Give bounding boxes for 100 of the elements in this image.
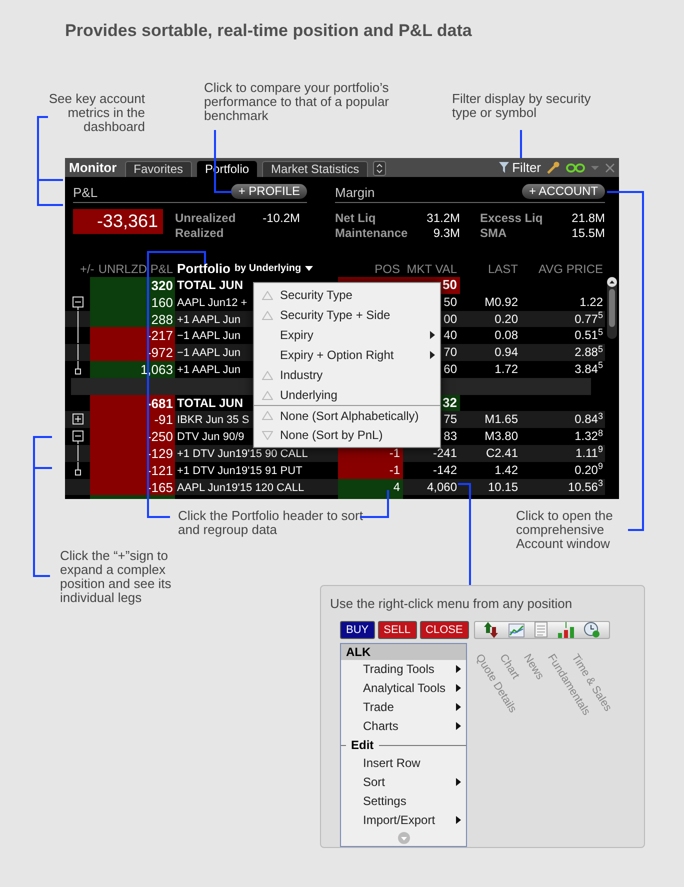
bar-chart-icon[interactable] xyxy=(556,620,575,638)
avg-price: 0.20$^{9}$ xyxy=(574,462,603,479)
last-price: 1.72 xyxy=(494,360,518,378)
mkt-val-text: -241 xyxy=(432,444,457,462)
tab[interactable]: Market Statistics xyxy=(262,161,368,177)
position-name: +1 DTV Jun19'15 91 PUT xyxy=(177,464,302,477)
mkt-val-text: -142 xyxy=(432,462,457,479)
mkt-val-text: 83 xyxy=(444,428,457,445)
callout-text: Click the “+”sign to expand a complex position and see its individual legs xyxy=(60,549,172,605)
document-icon[interactable] xyxy=(534,621,548,638)
metric-label: Excess Liq xyxy=(480,210,543,224)
pnl-cell: -217 xyxy=(90,327,175,344)
profile-button[interactable]: + PROFILE xyxy=(231,184,307,199)
avg-price: 0.84$^{3}$ xyxy=(574,411,603,428)
position-name: DTV Jun 90/9 xyxy=(177,431,244,444)
collapse-icon[interactable] xyxy=(72,294,84,310)
last-price: M0.92 xyxy=(484,294,518,311)
menu-item[interactable]: Security Type + Side xyxy=(254,305,440,325)
filter-button[interactable]: Filter xyxy=(499,158,541,178)
menu-item[interactable]: Sort xyxy=(341,772,466,792)
mkt-val-text: 70 xyxy=(444,344,457,361)
order-button[interactable]: SELL xyxy=(378,620,417,638)
avg-price: 0.51$^{5}$ xyxy=(574,327,603,344)
close-icon[interactable] xyxy=(605,162,615,172)
metric-value: -10.2M xyxy=(262,210,300,224)
mkt-val-text: 50 xyxy=(444,294,457,311)
column-header[interactable]: +/- xyxy=(80,260,94,278)
tab-menu-icon[interactable] xyxy=(373,161,386,176)
callout-text: Click the Portfolio header to sort and regroup data xyxy=(178,509,364,537)
position-name: −1 AAPL Jun xyxy=(177,347,241,360)
scroll-up-icon[interactable] xyxy=(607,277,617,287)
menu-item[interactable]: Trade xyxy=(341,698,466,716)
expand-icon[interactable] xyxy=(72,411,84,428)
last-price: 0.08 xyxy=(494,327,518,344)
avg-price: 2.88$^{5}$ xyxy=(574,344,603,361)
up-down-arrows-icon[interactable] xyxy=(483,620,500,638)
last-price: M3.80 xyxy=(484,428,518,445)
pnl-cell: 160 xyxy=(90,294,175,311)
metric-label: Unrealized xyxy=(175,210,236,224)
menu-item[interactable]: Analytical Tools xyxy=(341,678,466,698)
collapse-icon[interactable] xyxy=(72,428,84,444)
avg-price: 10.56$^{3}$ xyxy=(568,478,603,496)
wrench-icon[interactable] xyxy=(547,161,560,174)
window-title: Monitor xyxy=(69,158,117,177)
menu-item[interactable]: Industry xyxy=(254,365,440,385)
position-name: +1 DTV Jun19'15 90 CALL xyxy=(177,448,308,460)
menu-item[interactable]: Insert Row xyxy=(341,754,466,772)
column-header[interactable]: AVG PRICE xyxy=(520,260,605,278)
menu-item[interactable]: Expiry xyxy=(254,325,440,345)
menu-item[interactable]: Charts xyxy=(341,716,466,736)
last-price: 1.42 xyxy=(494,462,518,479)
pnl-cell: -250 xyxy=(90,428,175,445)
last-price: 0.94 xyxy=(494,344,518,361)
menu-item[interactable]: None (Sort Alphabetically) xyxy=(254,405,440,425)
last-price: 10.15 xyxy=(488,478,518,496)
pnl-cell: -91 xyxy=(90,411,175,428)
portfolio-header[interactable]: Portfolio by Underlying xyxy=(175,258,338,278)
menu-group-label: Edit xyxy=(350,737,375,754)
metric-value: 15.5M xyxy=(572,225,605,239)
callout-text: See key account metrics in the dashboard xyxy=(48,92,145,134)
pnl-cell: -972 xyxy=(90,344,175,361)
column-header[interactable]: POS xyxy=(338,260,403,278)
pnl-cell: 288 xyxy=(90,310,175,328)
menu-item[interactable]: Settings xyxy=(341,792,466,810)
order-button[interactable]: BUY xyxy=(340,620,375,638)
scroll-thumb[interactable] xyxy=(609,289,615,327)
menu-item[interactable]: Trading Tools xyxy=(341,660,466,678)
metric-value: 21.8M xyxy=(572,210,605,224)
avg-price: 1.22 xyxy=(580,294,603,311)
column-header[interactable]: UNRLZD P&L xyxy=(98,260,173,278)
avg-price: 1.32$^{8}$ xyxy=(574,428,603,445)
menu-item[interactable]: None (Sort by PnL) xyxy=(254,425,440,445)
link-icon[interactable] xyxy=(566,162,585,172)
avg-price: 1.11$^{9}$ xyxy=(576,444,603,462)
metric-label: Maintenance xyxy=(335,225,408,239)
mkt-val-text: 60 xyxy=(444,360,457,378)
clock-icon[interactable] xyxy=(583,621,600,638)
pnl-cell: -121 xyxy=(90,462,175,479)
scrollbar[interactable] xyxy=(607,277,617,339)
pnl-cell: 320 xyxy=(90,277,175,294)
mkt-val-text: 75 xyxy=(444,411,457,428)
pnl-total: -33,361 xyxy=(73,209,163,234)
column-header[interactable]: LAST xyxy=(460,260,520,278)
avg-price: 3.84$^{5}$ xyxy=(574,360,603,378)
tab[interactable]: Favorites xyxy=(124,161,192,177)
metric-value: 9.3M xyxy=(433,225,460,239)
mkt-val-text: 4,060 xyxy=(426,478,457,496)
menu-item[interactable]: Import/Export xyxy=(341,810,466,830)
section-label: Margin xyxy=(335,184,375,202)
order-button[interactable]: CLOSE xyxy=(420,620,469,638)
callout-text: Click to compare your portfolio’s performance to that of a popular benchmark xyxy=(204,81,390,123)
column-header[interactable]: MKT VAL xyxy=(403,260,460,278)
panel-title: Use the right-click menu from any position xyxy=(330,595,574,613)
menu-item[interactable]: Expiry + Option Right xyxy=(254,345,440,365)
pnl-cell: -165 xyxy=(90,478,175,496)
position-name: +1 AAPL Jun xyxy=(177,364,241,376)
callout-text: Click to open the comprehensive Account window xyxy=(516,509,614,551)
position-name: TOTAL JUN xyxy=(177,396,244,410)
line-chart-icon[interactable] xyxy=(508,622,526,638)
account-button[interactable]: + ACCOUNT xyxy=(522,184,605,199)
